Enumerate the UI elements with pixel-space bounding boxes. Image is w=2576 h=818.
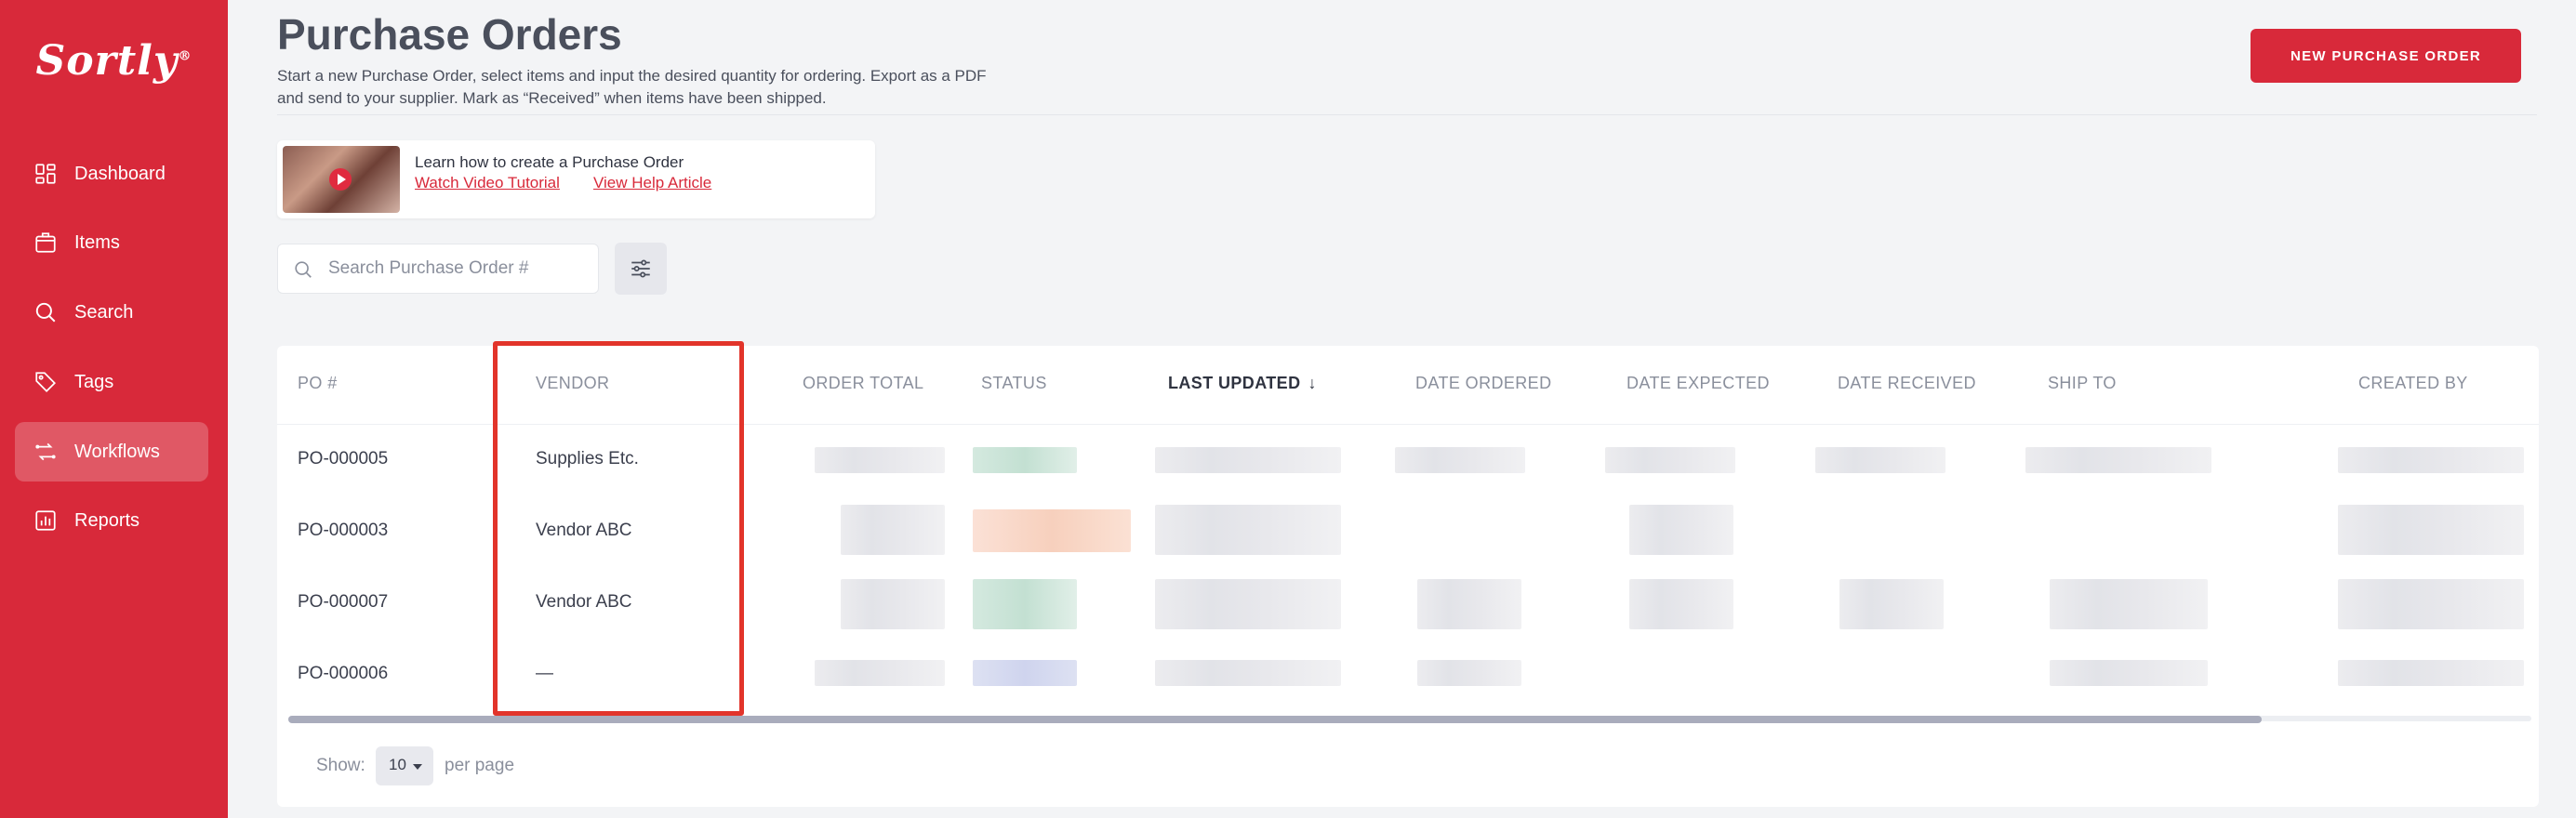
workflows-icon: [33, 440, 58, 464]
new-purchase-order-button[interactable]: NEW PURCHASE ORDER: [2251, 29, 2521, 83]
redacted-ship-to: [2025, 447, 2211, 473]
vendor-column-highlight: [493, 341, 744, 716]
redacted-date-expected: [1605, 447, 1735, 473]
redacted-date-ordered: [1417, 660, 1521, 686]
tutorial-title: Learn how to create a Purchase Order: [415, 153, 684, 171]
tutorial-card: Learn how to create a Purchase Order Wat…: [277, 140, 875, 218]
sidebar-item-label: Workflows: [74, 441, 160, 462]
items-icon: [33, 231, 58, 255]
redacted-last-updated: [1155, 660, 1341, 686]
redacted-date-expected: [1629, 579, 1733, 629]
column-header-date-ordered[interactable]: DATE ORDERED: [1415, 374, 1551, 393]
column-header-date-received[interactable]: DATE RECEIVED: [1838, 374, 1976, 393]
redacted-ship-to: [2050, 579, 2208, 629]
sidebar-item-label: Search: [74, 301, 134, 323]
redacted-last-updated: [1155, 505, 1341, 555]
redacted-created-by: [2338, 505, 2524, 555]
redacted-status: [973, 509, 1131, 552]
per-page-select[interactable]: 10: [376, 746, 433, 785]
po-number-cell[interactable]: PO-000003: [298, 521, 388, 541]
sidebar-item-dashboard[interactable]: Dashboard: [15, 144, 208, 204]
header-divider: [277, 114, 2537, 115]
po-number-cell[interactable]: PO-000007: [298, 592, 388, 613]
po-number-cell[interactable]: PO-000006: [298, 664, 388, 684]
redacted-created-by: [2338, 660, 2524, 686]
redacted-date-received: [1815, 447, 1945, 473]
sort-arrow-down-icon: ↓: [1308, 374, 1317, 392]
redacted-created-by: [2338, 579, 2524, 629]
redacted-last-updated: [1155, 447, 1341, 473]
column-header-po[interactable]: PO #: [298, 374, 338, 393]
search-input[interactable]: [328, 254, 589, 284]
sidebar-item-items[interactable]: Items: [15, 213, 208, 272]
help-article-link[interactable]: View Help Article: [593, 174, 711, 192]
po-number-cell[interactable]: PO-000005: [298, 449, 388, 469]
redacted-status: [973, 660, 1077, 686]
sidebar-item-tags[interactable]: Tags: [15, 352, 208, 412]
per-page-label: per page: [445, 756, 515, 775]
search-box[interactable]: [277, 244, 599, 294]
column-header-ship-to[interactable]: SHIP TO: [2048, 374, 2117, 393]
redacted-order-total: [815, 447, 945, 473]
redacted-date-ordered: [1395, 447, 1525, 473]
sidebar-item-label: Tags: [74, 371, 114, 392]
search-icon: [295, 261, 312, 278]
redacted-order-total: [841, 505, 945, 555]
redacted-status: [973, 447, 1077, 473]
sidebar-item-label: Items: [74, 231, 120, 253]
tag-icon: [33, 370, 58, 394]
column-header-order-total[interactable]: ORDER TOTAL: [803, 374, 923, 393]
redacted-ship-to: [2050, 660, 2208, 686]
column-header-date-expected[interactable]: DATE EXPECTED: [1627, 374, 1770, 393]
redacted-date-expected: [1629, 505, 1733, 555]
page-description: Start a new Purchase Order, select items…: [277, 67, 987, 107]
watch-video-link[interactable]: Watch Video Tutorial: [415, 174, 560, 192]
redacted-status: [973, 579, 1077, 629]
redacted-last-updated: [1155, 579, 1341, 629]
sidebar-item-reports[interactable]: Reports: [15, 491, 208, 550]
column-header-last-updated[interactable]: LAST UPDATED ↓: [1168, 374, 1317, 393]
redacted-order-total: [841, 579, 945, 629]
page-title: Purchase Orders: [277, 10, 622, 59]
dashboard-icon: [33, 162, 58, 186]
redacted-order-total: [815, 660, 945, 686]
sidebar-item-workflows[interactable]: Workflows: [15, 422, 208, 482]
sidebar-item-label: Dashboard: [74, 163, 166, 184]
reports-icon: [33, 508, 58, 533]
sliders-icon: [631, 259, 650, 278]
column-header-created-by[interactable]: CREATED BY: [2358, 374, 2468, 393]
play-icon[interactable]: [329, 168, 352, 191]
redacted-date-received: [1839, 579, 1944, 629]
redacted-created-by: [2338, 447, 2524, 473]
video-thumbnail[interactable]: [283, 146, 400, 213]
search-icon: [33, 300, 58, 324]
sidebar-item-search[interactable]: Search: [15, 283, 208, 342]
redacted-date-ordered: [1417, 579, 1521, 629]
sidebar-item-label: Reports: [74, 509, 140, 531]
column-header-status[interactable]: STATUS: [981, 374, 1047, 393]
horizontal-scrollbar-thumb[interactable]: [288, 716, 2262, 723]
sidebar: Sortly® Dashboard Items Search Tags Work…: [0, 0, 228, 818]
sortly-logo[interactable]: Sortly®: [0, 37, 228, 85]
show-label: Show:: [316, 756, 365, 775]
filter-button[interactable]: [615, 243, 667, 295]
